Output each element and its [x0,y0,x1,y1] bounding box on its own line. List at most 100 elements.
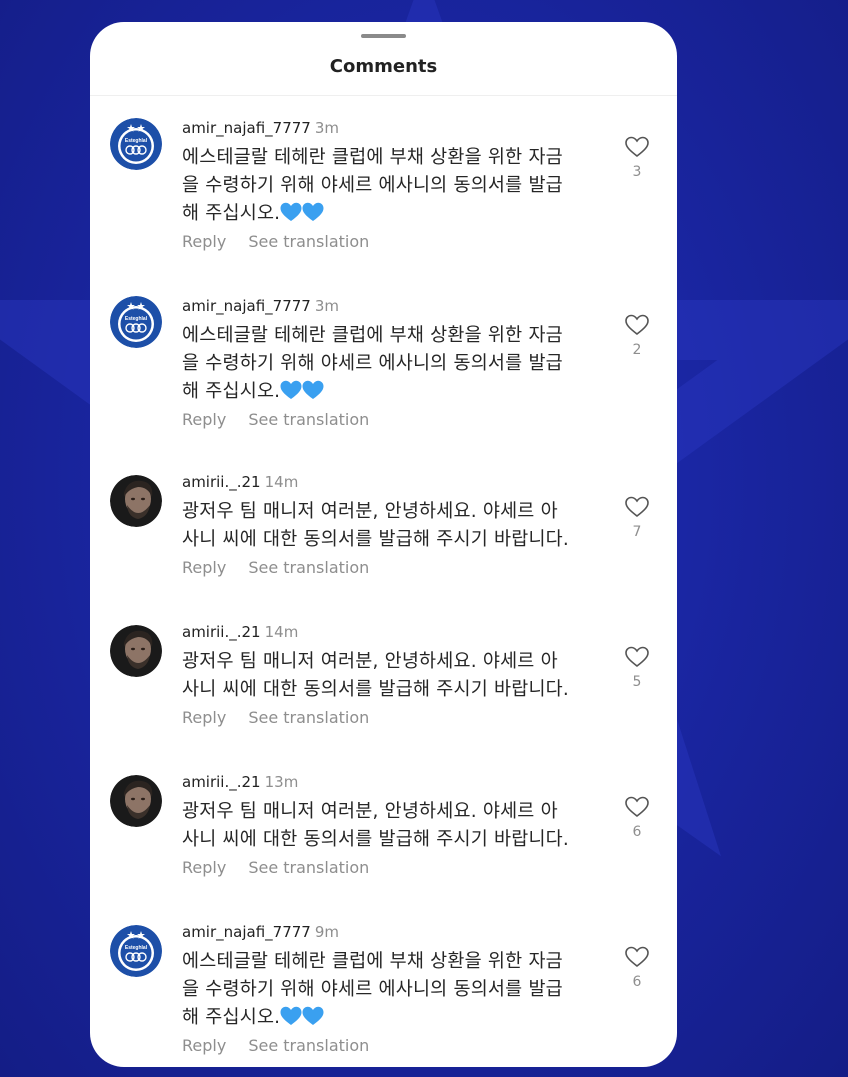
like-count: 6 [632,824,642,840]
comment-text-line-content: 광저우 팀 매니저 여러분, 안녕하세요. 야세르 아 [182,501,558,522]
comment-text-line-content: 해 주십시오. [182,203,281,224]
comment-meta: amirii._.21 13m [182,772,298,792]
drag-handle[interactable] [361,34,406,38]
comment-text: 광저우 팀 매니저 여러분, 안녕하세요. 야세르 아사니 씨에 대한 동의서를… [182,798,602,854]
heart-icon[interactable] [622,646,652,668]
comment-text-line-content: 을 수령하기 위해 야세르 에사니의 동의서를 발급 [182,175,563,196]
comment-text-line-content: 사니 씨에 대한 동의서를 발급해 주시기 바랍니다. [182,829,569,850]
comment-text: 에스테글랄 테헤란 클럽에 부채 상환을 위한 자금을 수령하기 위해 야세르 … [182,144,602,228]
comment-text-line: 을 수령하기 위해 야세르 에사니의 동의서를 발급 [182,976,602,1004]
comment-username[interactable]: amir_najafi_7777 [182,119,311,137]
like-control: 6 [622,946,652,990]
comment-text-line: 에스테글랄 테헤란 클럽에 부채 상환을 위한 자금 [182,948,602,976]
comment-username[interactable]: amirii._.21 [182,623,261,641]
club-logo-avatar[interactable]: Esteghlal [110,925,162,977]
comment-item: Esteghlal amir_najafi_7777 3m 에스테글랄 테헤란 클럽에… [90,118,677,258]
comment-timestamp: 13m [264,773,299,791]
see-translation-button[interactable]: See translation [248,410,369,429]
heart-icon[interactable] [622,796,652,818]
comment-text: 에스테글랄 테헤란 클럽에 부채 상환을 위한 자금을 수령하기 위해 야세르 … [182,948,602,1032]
comment-text: 광저우 팀 매니저 여러분, 안녕하세요. 야세르 아사니 씨에 대한 동의서를… [182,648,602,704]
heart-icon[interactable] [622,946,652,968]
blue-heart-icon [280,202,302,222]
comment-item: amirii._.21 14m 광저우 팀 매니저 여러분, 안녕하세요. 야세르 … [90,472,677,584]
comment-timestamp: 3m [314,297,339,315]
comment-text-line: 에스테글랄 테헤란 클럽에 부채 상환을 위한 자금 [182,144,602,172]
see-translation-button[interactable]: See translation [248,558,369,577]
reply-button[interactable]: Reply [182,232,226,251]
comment-meta: amirii._.21 14m [182,622,298,642]
reply-button[interactable]: Reply [182,858,226,877]
comment-item: Esteghlal amir_najafi_7777 3m 에스테글랄 테헤란 클럽에… [90,296,677,436]
like-count: 3 [632,164,642,180]
comment-text-line: 사니 씨에 대한 동의서를 발급해 주시기 바랍니다. [182,526,602,554]
comment-text-line: 사니 씨에 대한 동의서를 발급해 주시기 바랍니다. [182,826,602,854]
comment-item: Esteghlal amir_najafi_7777 9m 에스테글랄 테헤란 클럽에… [90,922,677,1062]
see-translation-button[interactable]: See translation [248,1036,369,1055]
comment-text-line-content: 광저우 팀 매니저 여러분, 안녕하세요. 야세르 아 [182,801,558,822]
comment-actions: Reply See translation [182,708,369,728]
svg-text:Esteghlal: Esteghlal [125,138,148,144]
comment-text-line-content: 에스테글랄 테헤란 클럽에 부채 상환을 위한 자금 [182,325,563,346]
user-avatar[interactable] [110,475,162,527]
club-logo-avatar[interactable]: Esteghlal [110,296,162,348]
like-count: 5 [632,674,642,690]
comment-meta: amir_najafi_7777 3m [182,118,339,138]
comment-text-line-content: 해 주십시오. [182,381,281,402]
see-translation-button[interactable]: See translation [248,858,369,877]
heart-icon[interactable] [622,496,652,518]
like-control: 7 [622,496,652,540]
comment-timestamp: 14m [264,473,299,491]
comment-text: 에스테글랄 테헤란 클럽에 부채 상환을 위한 자금을 수령하기 위해 야세르 … [182,322,602,406]
comment-text-line-content: 을 수령하기 위해 야세르 에사니의 동의서를 발급 [182,353,563,374]
comment-meta: amir_najafi_7777 3m [182,296,339,316]
reply-button[interactable]: Reply [182,1036,226,1055]
comment-item: amirii._.21 14m 광저우 팀 매니저 여러분, 안녕하세요. 야세르 … [90,622,677,734]
comment-text-line-content: 광저우 팀 매니저 여러분, 안녕하세요. 야세르 아 [182,651,558,672]
reply-button[interactable]: Reply [182,410,226,429]
header-divider [90,95,677,96]
comment-text-line: 을 수령하기 위해 야세르 에사니의 동의서를 발급 [182,172,602,200]
reply-button[interactable]: Reply [182,708,226,727]
comment-text-line-content: 에스테글랄 테헤란 클럽에 부채 상환을 위한 자금 [182,147,563,168]
heart-icon[interactable] [622,314,652,336]
comment-text-line: 해 주십시오. [182,200,602,228]
comment-text-line: 해 주십시오. [182,1004,602,1032]
blue-heart-icon [302,202,324,222]
comment-text-line: 에스테글랄 테헤란 클럽에 부채 상환을 위한 자금 [182,322,602,350]
svg-text:Esteghlal: Esteghlal [125,316,148,322]
club-logo-avatar[interactable]: Esteghlal [110,118,162,170]
user-avatar[interactable] [110,625,162,677]
reply-button[interactable]: Reply [182,558,226,577]
like-count: 2 [632,342,642,358]
comment-meta: amirii._.21 14m [182,472,298,492]
comment-actions: Reply See translation [182,1036,369,1056]
like-count: 6 [632,974,642,990]
heart-icon[interactable] [622,136,652,158]
comment-text-line-content: 을 수령하기 위해 야세르 에사니의 동의서를 발급 [182,979,563,1000]
comment-timestamp: 14m [264,623,299,641]
like-control: 2 [622,314,652,358]
comment-username[interactable]: amirii._.21 [182,773,261,791]
comment-username[interactable]: amirii._.21 [182,473,261,491]
user-avatar[interactable] [110,775,162,827]
like-control: 5 [622,646,652,690]
comment-text-line-content: 에스테글랄 테헤란 클럽에 부채 상환을 위한 자금 [182,951,563,972]
see-translation-button[interactable]: See translation [248,708,369,727]
sheet-title: Comments [329,56,438,77]
comment-text-line: 사니 씨에 대한 동의서를 발급해 주시기 바랍니다. [182,676,602,704]
comment-actions: Reply See translation [182,858,369,878]
comment-username[interactable]: amir_najafi_7777 [182,297,311,315]
comment-actions: Reply See translation [182,410,369,430]
see-translation-button[interactable]: See translation [248,232,369,251]
comment-text: 광저우 팀 매니저 여러분, 안녕하세요. 야세르 아사니 씨에 대한 동의서를… [182,498,602,554]
comment-text-line: 광저우 팀 매니저 여러분, 안녕하세요. 야세르 아 [182,648,602,676]
blue-heart-icon [280,380,302,400]
like-count: 7 [632,524,642,540]
comment-text-line: 해 주십시오. [182,378,602,406]
comment-item: amirii._.21 13m 광저우 팀 매니저 여러분, 안녕하세요. 야세르 … [90,772,677,884]
comment-text-line-content: 사니 씨에 대한 동의서를 발급해 주시기 바랍니다. [182,679,569,700]
comment-username[interactable]: amir_najafi_7777 [182,923,311,941]
comment-timestamp: 3m [314,119,339,137]
like-control: 3 [622,136,652,180]
